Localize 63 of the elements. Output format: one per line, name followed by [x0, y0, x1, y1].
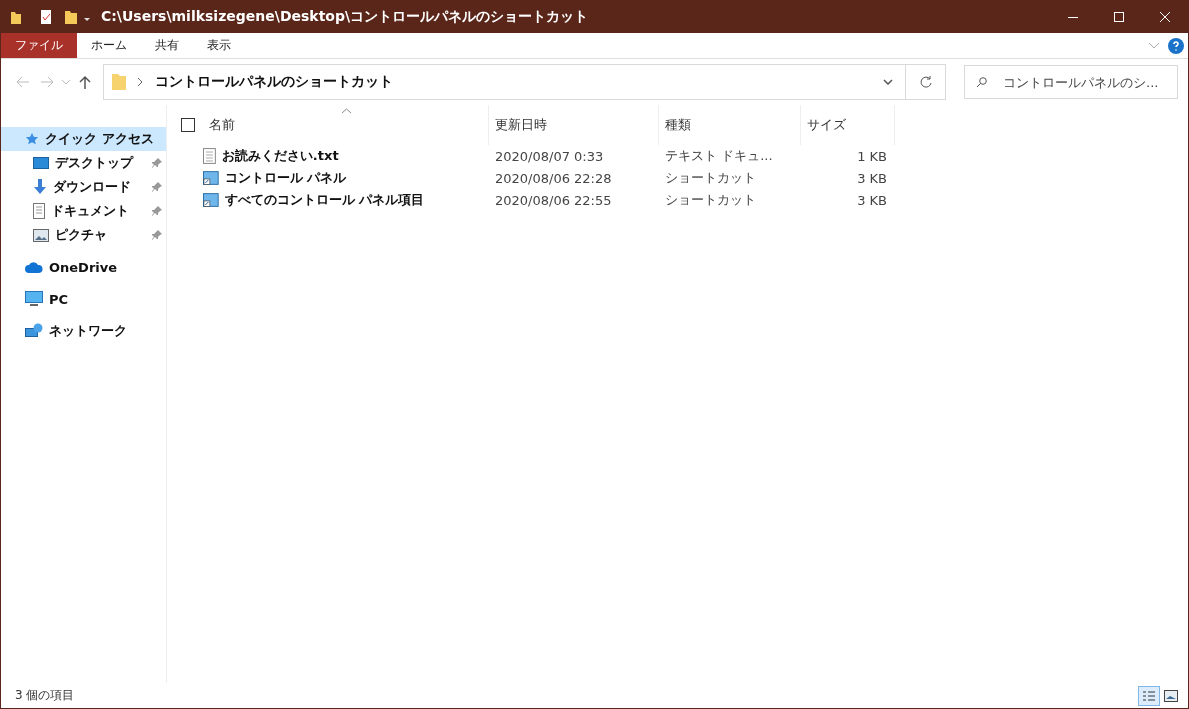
chevron-down-icon[interactable] — [883, 79, 893, 85]
table-cell-text: 3 KB — [856, 192, 888, 208]
minimize-icon — [1068, 16, 1078, 18]
table-cell-text: ショートカット — [664, 191, 757, 209]
breadcrumb[interactable]: コントロールパネルのショートカット — [151, 73, 397, 91]
star-icon — [25, 132, 39, 146]
sidebar-item[interactable]: ネットワーク — [1, 319, 166, 343]
sidebar-item[interactable]: ダウンロード — [1, 175, 166, 199]
down-arrow-icon — [33, 179, 47, 195]
search-icon — [976, 77, 987, 88]
control-panel-shortcut-icon — [203, 171, 219, 185]
right-arrow-icon — [40, 76, 54, 88]
close-icon — [1160, 12, 1170, 22]
file-name[interactable]: コントロール パネル — [224, 169, 489, 187]
up-arrow-icon — [79, 75, 91, 89]
file-name[interactable]: お読みください.txt — [221, 147, 489, 165]
column-header[interactable]: 種類 — [659, 105, 801, 145]
control-panel-shortcut-icon — [203, 193, 219, 207]
sidebar-item[interactable]: OneDrive — [1, 255, 166, 279]
help-icon[interactable] — [1168, 37, 1184, 54]
table-cell-text: 3 KB — [856, 170, 888, 186]
file-name[interactable]: すべてのコントロール パネル項目 — [224, 191, 489, 209]
table-cell-text: 2020/08/06 22:28 — [494, 170, 613, 186]
window-title: C:\Users\milksizegene\Desktop\コントロールパネルのショートカット — [101, 8, 590, 26]
pin-icon[interactable] — [152, 230, 162, 240]
chevron-down-icon — [62, 79, 70, 85]
search-field[interactable]: コントロールパネルのシ... — [964, 65, 1178, 99]
chevron-right-icon[interactable] — [138, 78, 143, 86]
sidebar-item[interactable]: デスクトップ — [1, 151, 166, 175]
cloud-icon — [25, 261, 43, 273]
refresh-icon — [918, 75, 933, 89]
table-cell-text: 2020/08/07 0:33 — [494, 148, 605, 164]
sidebar-item[interactable]: ドキュメント — [1, 199, 166, 223]
computer-icon — [25, 291, 43, 307]
quick-access-toolbar-drawing[interactable] — [11, 9, 93, 25]
column-header[interactable]: サイズ — [801, 105, 895, 145]
item-count: 3 個の項目 — [15, 687, 76, 704]
select-all-checkbox[interactable] — [181, 118, 195, 132]
sort-caret-icon — [342, 108, 351, 113]
table-cell-text: テキスト ドキュ... — [664, 147, 774, 165]
pin-icon[interactable] — [152, 182, 162, 192]
picture-icon — [1164, 689, 1178, 702]
picture-icon — [33, 228, 49, 242]
document-icon — [33, 203, 45, 219]
column-header[interactable]: 更新日時 — [489, 105, 659, 145]
table-cell-text: 1 KB — [856, 148, 888, 164]
pin-icon[interactable] — [152, 158, 162, 168]
monitor-icon — [33, 156, 49, 170]
sidebar-item[interactable]: PC — [1, 287, 166, 311]
left-arrow-icon — [16, 76, 30, 88]
maximize-icon — [1114, 12, 1124, 22]
network-icon — [25, 323, 43, 339]
text-file-icon — [203, 148, 216, 164]
table-cell-text: 2020/08/06 22:55 — [494, 192, 613, 208]
sidebar-item[interactable]: ピクチャ — [1, 223, 166, 247]
column-header[interactable]: 名前 — [209, 116, 235, 134]
ribbon-tab[interactable]: ファイル — [1, 33, 77, 58]
list-icon — [1142, 689, 1156, 702]
pin-icon[interactable] — [152, 206, 162, 216]
folder-icon — [112, 74, 126, 90]
sidebar-item[interactable]: クイック アクセス — [1, 127, 166, 151]
address-bar[interactable]: コントロールパネルのショートカット — [103, 64, 946, 100]
table-cell-text: ショートカット — [664, 169, 757, 187]
